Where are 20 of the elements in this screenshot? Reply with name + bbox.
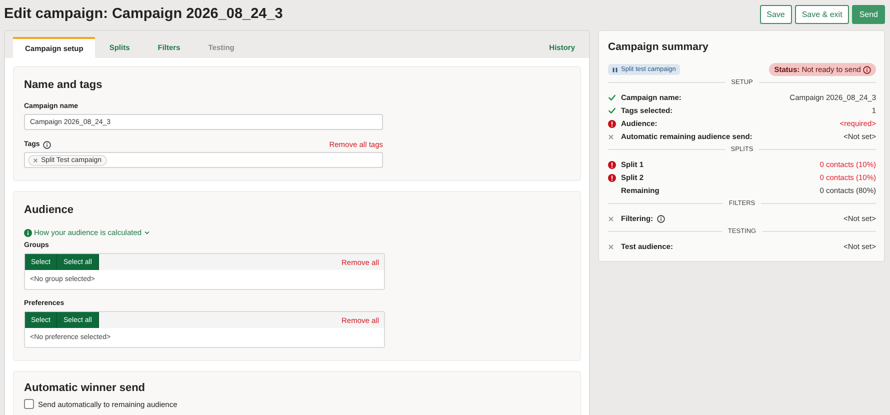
cross-icon xyxy=(608,244,614,250)
chevron-down-icon xyxy=(144,230,150,234)
info-icon xyxy=(24,228,32,236)
cross-icon xyxy=(608,134,614,140)
info-icon xyxy=(657,214,666,222)
section-heading: Name and tags xyxy=(24,79,104,91)
section-heading: Automatic winner send xyxy=(24,382,146,394)
info-icon xyxy=(42,140,51,148)
close-icon[interactable] xyxy=(33,158,38,162)
error-icon xyxy=(608,120,616,128)
error-icon xyxy=(608,160,616,168)
error-icon xyxy=(608,174,616,182)
summary-title: Campaign summary xyxy=(608,41,710,53)
action-button[interactable]: Send xyxy=(852,4,885,24)
section-heading: Audience xyxy=(24,204,75,216)
checkbox[interactable] xyxy=(24,399,34,409)
action-button[interactable]: Save xyxy=(760,4,792,24)
page-title: Edit campaign: Campaign 2026_08_24_3 xyxy=(4,6,283,22)
cross-icon xyxy=(608,216,614,222)
action-button[interactable]: Save & exit xyxy=(794,4,850,24)
